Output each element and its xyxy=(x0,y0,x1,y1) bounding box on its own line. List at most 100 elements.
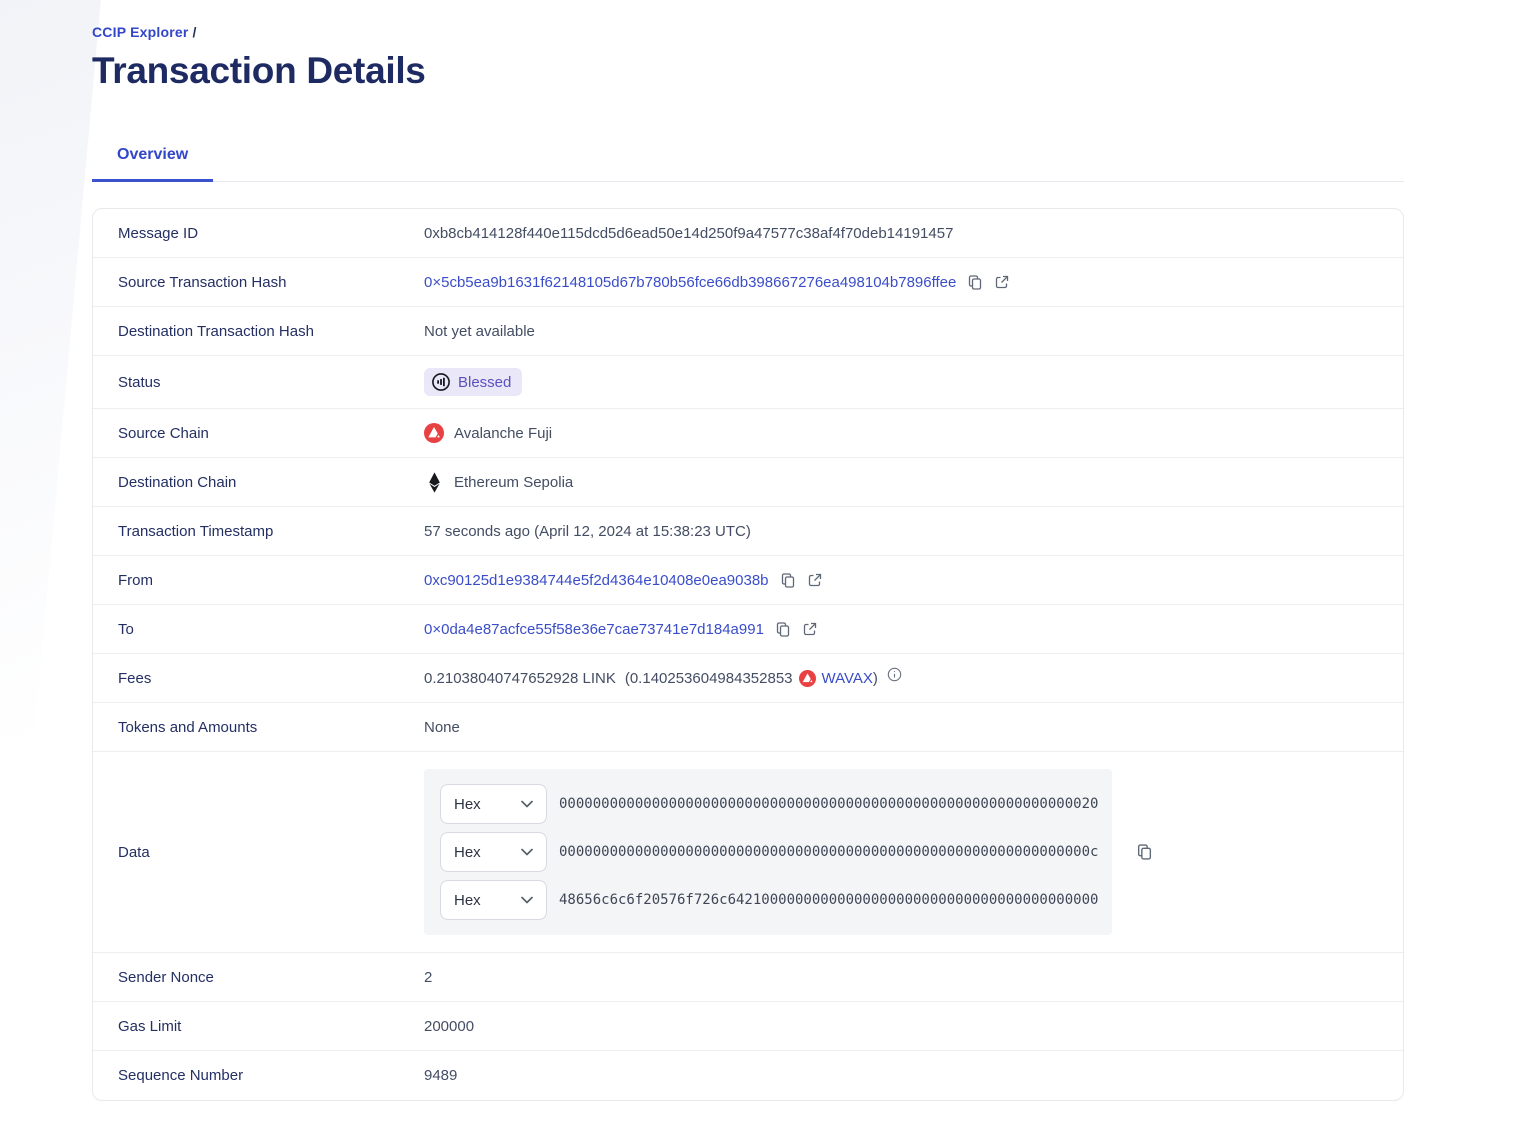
transaction-timestamp-value: 57 seconds ago (April 12, 2024 at 15:38:… xyxy=(424,511,1403,552)
external-link-icon[interactable] xyxy=(807,572,823,588)
destination-chain-name: Ethereum Sepolia xyxy=(454,474,573,491)
row-gas-limit: Gas Limit 200000 xyxy=(93,1002,1403,1051)
data-format-select[interactable]: Hex xyxy=(440,832,547,872)
row-label: From xyxy=(93,572,424,589)
chevron-down-icon xyxy=(521,848,533,856)
avalanche-icon xyxy=(799,670,816,687)
sequence-number-text: 9489 xyxy=(424,1067,457,1084)
status-badge-label: Blessed xyxy=(458,374,511,391)
fees-value: 0.21038040747652928 LINK (0.140253604984… xyxy=(424,658,1403,699)
row-label: Status xyxy=(93,374,424,391)
data-format-select[interactable]: Hex xyxy=(440,784,547,824)
row-data: Data Hex 0000000000000000000000000000000… xyxy=(93,752,1403,953)
row-label: Source Transaction Hash xyxy=(93,274,424,291)
data-hex-panel: Hex 000000000000000000000000000000000000… xyxy=(424,769,1112,935)
info-icon[interactable] xyxy=(887,667,902,682)
external-link-icon[interactable] xyxy=(994,274,1010,290)
row-label: To xyxy=(93,621,424,638)
data-hex-text: 0000000000000000000000000000000000000000… xyxy=(559,796,1098,812)
source-chain-name: Avalanche Fuji xyxy=(454,425,552,442)
row-sequence-number: Sequence Number 9489 xyxy=(93,1051,1403,1100)
data-format-select[interactable]: Hex xyxy=(440,880,547,920)
from-address-link[interactable]: 0xc90125d1e9384744e5f2d4364e10408e0ea903… xyxy=(424,572,769,589)
row-from: From 0xc90125d1e9384744e5f2d4364e10408e0… xyxy=(93,556,1403,605)
from-value: 0xc90125d1e9384744e5f2d4364e10408e0ea903… xyxy=(424,560,1403,601)
copy-icon[interactable] xyxy=(775,621,791,638)
data-hex-line: Hex 000000000000000000000000000000000000… xyxy=(440,784,1096,824)
data-format-label: Hex xyxy=(454,844,481,861)
chevron-down-icon xyxy=(521,896,533,904)
destination-chain: Ethereum Sepolia xyxy=(424,472,573,493)
fees-content: 0.21038040747652928 LINK (0.140253604984… xyxy=(424,670,902,687)
row-label: Fees xyxy=(93,670,424,687)
row-label: Message ID xyxy=(93,225,424,242)
tokens-text: None xyxy=(424,719,460,736)
row-status: Status Blessed xyxy=(93,356,1403,409)
row-message-id: Message ID 0xb8cb414128f440e115dcd5d6ead… xyxy=(93,209,1403,258)
data-hex-line: Hex 000000000000000000000000000000000000… xyxy=(440,832,1096,872)
tab-bar: Overview xyxy=(92,136,1404,182)
row-destination-tx-hash: Destination Transaction Hash Not yet ava… xyxy=(93,307,1403,356)
row-label: Tokens and Amounts xyxy=(93,719,424,736)
status-value: Blessed xyxy=(424,356,1403,408)
sender-nonce-value: 2 xyxy=(424,957,1403,998)
source-chain: Avalanche Fuji xyxy=(424,423,552,443)
row-source-tx-hash: Source Transaction Hash 0×5cb5ea9b1631f6… xyxy=(93,258,1403,307)
sequence-number-value: 9489 xyxy=(424,1055,1403,1096)
row-label: Destination Chain xyxy=(93,474,424,491)
row-tokens-and-amounts: Tokens and Amounts None xyxy=(93,703,1403,752)
row-sender-nonce: Sender Nonce 2 xyxy=(93,953,1403,1002)
transaction-details-page: CCIP Explorer/ Transaction Details Overv… xyxy=(0,0,1518,1101)
gas-limit-value: 200000 xyxy=(424,1006,1403,1047)
message-id-value: 0xb8cb414128f440e115dcd5d6ead50e14d250f9… xyxy=(424,213,1403,254)
source-tx-hash-link[interactable]: 0×5cb5ea9b1631f62148105d67b780b56fce66db… xyxy=(424,274,956,291)
row-source-chain: Source Chain Avalanche Fuji xyxy=(93,409,1403,458)
row-label: Destination Transaction Hash xyxy=(93,323,424,340)
data-value: Hex 000000000000000000000000000000000000… xyxy=(424,757,1403,947)
timestamp-text: 57 seconds ago (April 12, 2024 at 15:38:… xyxy=(424,523,751,540)
source-tx-hash-value: 0×5cb5ea9b1631f62148105d67b780b56fce66db… xyxy=(424,262,1403,303)
fees-converted-close: ) xyxy=(873,670,878,687)
row-fees: Fees 0.21038040747652928 LINK (0.1402536… xyxy=(93,654,1403,703)
blessed-status-icon xyxy=(431,372,451,392)
fees-amount: 0.21038040747652928 LINK xyxy=(424,670,616,687)
row-label: Transaction Timestamp xyxy=(93,523,424,540)
to-address-link[interactable]: 0×0da4e87acfce55f58e36e7cae73741e7d184a9… xyxy=(424,621,764,638)
page-title: Transaction Details xyxy=(92,50,1518,92)
source-chain-value: Avalanche Fuji xyxy=(424,411,1403,455)
wavax-token-link[interactable]: WAVAX xyxy=(822,670,873,687)
breadcrumb-ccip-explorer-link[interactable]: CCIP Explorer xyxy=(92,24,189,40)
ethereum-icon xyxy=(424,472,444,493)
data-hex-line: Hex 48656c6c6f20576f726c6421000000000000… xyxy=(440,880,1096,920)
row-label: Sequence Number xyxy=(93,1067,424,1084)
copy-icon[interactable] xyxy=(967,274,983,291)
data-hex-text: 48656c6c6f20576f726c64210000000000000000… xyxy=(559,892,1098,908)
avalanche-icon xyxy=(424,423,444,443)
copy-icon[interactable] xyxy=(780,572,796,589)
gas-limit-text: 200000 xyxy=(424,1018,474,1035)
copy-icon[interactable] xyxy=(1136,843,1153,861)
destination-tx-hash-value: Not yet available xyxy=(424,311,1403,352)
data-format-label: Hex xyxy=(454,892,481,909)
data-format-label: Hex xyxy=(454,796,481,813)
fees-converted-open: (0.140253604984352853 xyxy=(625,670,793,687)
tab-overview[interactable]: Overview xyxy=(92,136,213,182)
chevron-down-icon xyxy=(521,800,533,808)
row-label: Gas Limit xyxy=(93,1018,424,1035)
breadcrumb: CCIP Explorer/ xyxy=(92,24,1518,40)
data-hex-text: 0000000000000000000000000000000000000000… xyxy=(559,844,1098,860)
tokens-and-amounts-value: None xyxy=(424,707,1403,748)
message-id-text: 0xb8cb414128f440e115dcd5d6ead50e14d250f9… xyxy=(424,225,953,242)
row-label: Data xyxy=(93,844,424,861)
row-destination-chain: Destination Chain Ethereum Sepolia xyxy=(93,458,1403,507)
to-value: 0×0da4e87acfce55f58e36e7cae73741e7d184a9… xyxy=(424,609,1403,650)
destination-chain-value: Ethereum Sepolia xyxy=(424,460,1403,505)
transaction-details-card: Message ID 0xb8cb414128f440e115dcd5d6ead… xyxy=(92,208,1404,1101)
row-to: To 0×0da4e87acfce55f58e36e7cae73741e7d18… xyxy=(93,605,1403,654)
external-link-icon[interactable] xyxy=(802,621,818,637)
sender-nonce-text: 2 xyxy=(424,969,432,986)
row-label: Sender Nonce xyxy=(93,969,424,986)
row-label: Source Chain xyxy=(93,425,424,442)
breadcrumb-separator: / xyxy=(193,24,197,40)
status-badge: Blessed xyxy=(424,368,522,396)
